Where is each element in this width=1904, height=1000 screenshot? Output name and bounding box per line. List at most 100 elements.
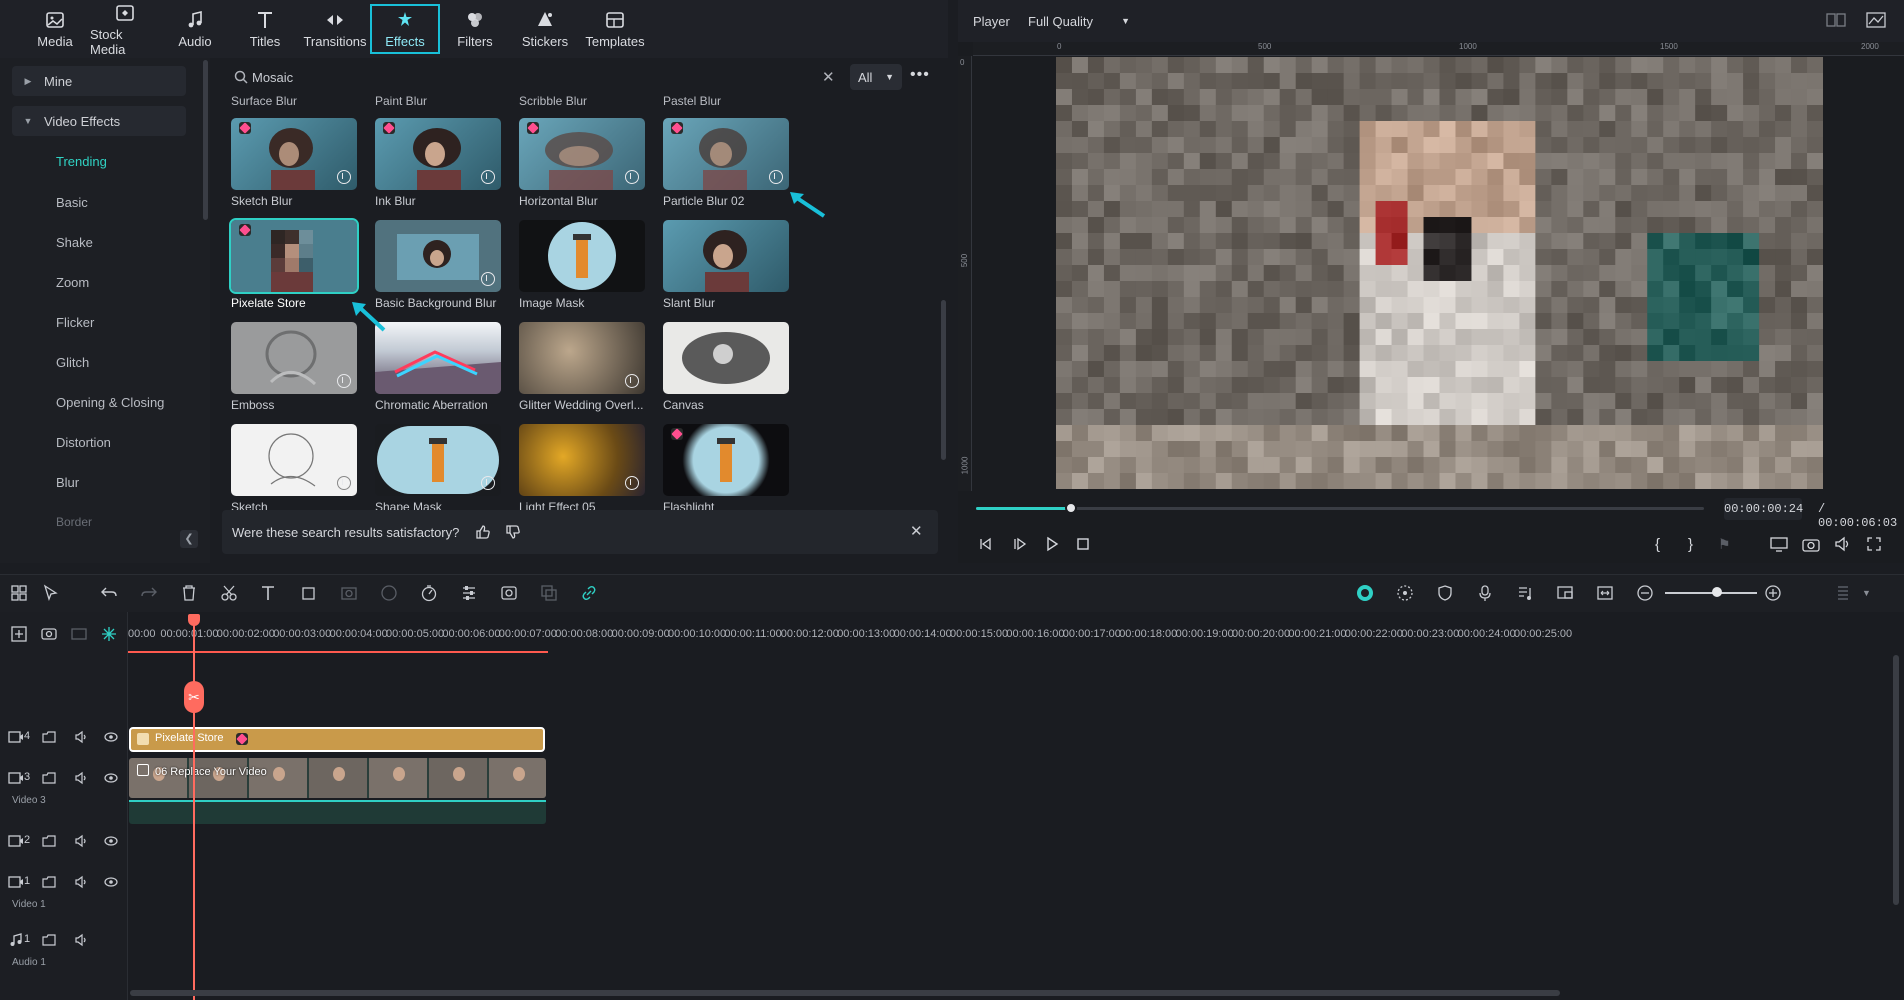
effect-card-flashlight[interactable] [663, 424, 789, 496]
zoom-slider-knob[interactable] [1712, 587, 1722, 597]
category-mine[interactable]: ▶ Mine [12, 66, 186, 96]
audio-mixer-icon[interactable] [1516, 584, 1534, 602]
folder-icon[interactable] [42, 933, 56, 947]
folder-icon[interactable] [42, 771, 56, 785]
mute-icon[interactable] [74, 771, 88, 785]
snapshot-icon[interactable] [1802, 536, 1820, 552]
effect-card-ink-blur[interactable] [375, 118, 501, 190]
more-options-icon[interactable]: ••• [910, 66, 930, 84]
picture-in-picture-icon[interactable] [1556, 584, 1574, 602]
play-icon[interactable] [1044, 536, 1060, 552]
effect-card-sketch[interactable] [231, 424, 357, 496]
clear-search-icon[interactable]: ✕ [822, 68, 835, 86]
display-icon[interactable] [1770, 536, 1788, 552]
mute-icon[interactable] [74, 834, 88, 848]
effect-card-particle-blur-02[interactable] [663, 118, 789, 190]
volume-icon[interactable] [1834, 536, 1852, 552]
effect-card-glitter-wedding-overlay[interactable] [519, 322, 645, 394]
video-clip[interactable] [129, 758, 546, 798]
subcategory-zoom[interactable]: Zoom [56, 275, 89, 290]
effect-card-canvas[interactable] [663, 322, 789, 394]
download-icon[interactable] [481, 272, 495, 286]
download-icon[interactable] [625, 374, 639, 388]
video-preview[interactable] [1056, 57, 1823, 489]
fit-timeline-icon[interactable] [1596, 584, 1614, 602]
effect-card-sketch-blur[interactable] [231, 118, 357, 190]
auto-highlight-icon[interactable] [1356, 584, 1374, 602]
zoom-out-icon[interactable] [1636, 584, 1654, 602]
undo-icon[interactable] [100, 584, 118, 602]
progress-track[interactable] [976, 507, 1704, 510]
copy-effect-icon[interactable] [540, 584, 558, 602]
fullscreen-icon[interactable] [1866, 536, 1882, 552]
link-tracks-icon[interactable] [40, 625, 58, 643]
mark-in-icon[interactable]: { [1655, 536, 1660, 553]
select-tool-icon[interactable] [42, 584, 60, 602]
subcategory-glitch[interactable]: Glitch [56, 355, 89, 370]
add-track-icon[interactable] [10, 625, 28, 643]
motion-track-icon[interactable] [1396, 584, 1414, 602]
download-icon[interactable] [769, 170, 783, 184]
snap-icon[interactable] [100, 625, 118, 643]
play-reverse-icon[interactable] [1012, 536, 1028, 552]
mute-icon[interactable] [74, 875, 88, 889]
download-icon[interactable] [481, 476, 495, 490]
category-scrollbar[interactable] [203, 60, 208, 220]
mark-out-icon[interactable]: } [1688, 536, 1693, 553]
grid-menu-icon[interactable] [1834, 584, 1852, 602]
subcategory-trending[interactable]: Trending [56, 154, 107, 169]
marker-icon[interactable]: ⚑ [1718, 536, 1731, 553]
progress-knob[interactable] [1064, 502, 1077, 514]
cut-icon[interactable] [220, 584, 238, 602]
effect-card-pixelate-store[interactable] [229, 218, 359, 294]
ai-tools-icon[interactable] [500, 584, 518, 602]
category-video-effects[interactable]: ▼ Video Effects [12, 106, 186, 136]
download-icon[interactable] [625, 170, 639, 184]
tab-stickers[interactable]: Stickers [510, 0, 580, 58]
mute-icon[interactable] [74, 730, 88, 744]
split-scissors-icon[interactable]: ✂ [184, 681, 204, 713]
tab-filters[interactable]: Filters [440, 0, 510, 58]
playhead[interactable] [193, 615, 195, 1000]
speed-icon[interactable] [420, 584, 438, 602]
layout-icon[interactable] [10, 584, 28, 602]
download-icon[interactable] [337, 374, 351, 388]
eye-icon[interactable] [104, 771, 118, 785]
eye-icon[interactable] [104, 730, 118, 744]
chevron-down-icon[interactable]: ▼ [1862, 588, 1871, 598]
subcategory-blur[interactable]: Blur [56, 475, 79, 490]
quality-select[interactable]: Full Quality ▼ [1028, 9, 1138, 33]
eye-icon[interactable] [104, 875, 118, 889]
thumbs-down-icon[interactable] [505, 524, 521, 540]
color-icon[interactable] [380, 584, 398, 602]
download-icon[interactable] [337, 170, 351, 184]
tab-media[interactable]: Media [20, 0, 90, 58]
adjust-icon[interactable] [460, 584, 478, 602]
split-view-icon[interactable] [1826, 12, 1846, 28]
subcategory-flicker[interactable]: Flicker [56, 315, 94, 330]
subcategory-shake[interactable]: Shake [56, 235, 93, 250]
playhead-handle[interactable] [188, 614, 200, 626]
effect-card-slant-blur[interactable] [663, 220, 789, 292]
subcategory-opening-closing[interactable]: Opening & Closing [56, 395, 164, 410]
shield-icon[interactable] [1436, 584, 1454, 602]
link-icon[interactable] [580, 584, 598, 602]
folder-icon[interactable] [42, 834, 56, 848]
effect-card-image-mask[interactable] [519, 220, 645, 292]
current-timecode[interactable]: 00:00:00:24 [1724, 498, 1803, 520]
scopes-icon[interactable] [1866, 12, 1886, 28]
delete-icon[interactable] [180, 584, 198, 602]
eye-icon[interactable] [104, 834, 118, 848]
tab-transitions[interactable]: Transitions [300, 0, 370, 58]
tab-audio[interactable]: Audio [160, 0, 230, 58]
effect-card-basic-background-blur[interactable] [375, 220, 501, 292]
subcategory-distortion[interactable]: Distortion [56, 435, 111, 450]
subcategory-border[interactable]: Border [56, 515, 92, 529]
effect-card-shape-mask[interactable] [375, 424, 501, 496]
zoom-slider-track[interactable] [1665, 592, 1757, 594]
effect-card-horizontal-blur[interactable] [519, 118, 645, 190]
tab-titles[interactable]: Titles [230, 0, 300, 58]
thumbs-up-icon[interactable] [475, 524, 491, 540]
mask-icon[interactable] [340, 584, 358, 602]
collapse-panel-button[interactable]: ❮ [180, 530, 198, 548]
